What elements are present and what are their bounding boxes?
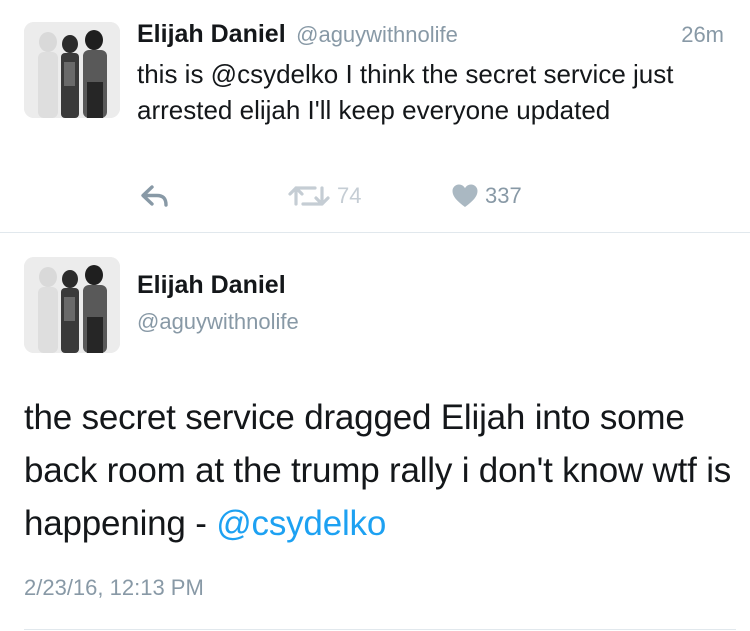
tweet-header: Elijah Daniel @aguywithnolife [137,20,458,49]
retweet-count: 74 [337,183,362,208]
avatar[interactable] [24,257,120,353]
display-name[interactable]: Elijah Daniel [137,20,286,48]
tweet-2-detail[interactable]: Elijah Daniel @aguywithnolife the secret… [0,233,750,631]
timestamp: 26m [681,22,724,47]
reply-icon [140,184,170,208]
divider [24,629,736,630]
display-name[interactable]: Elijah Daniel [137,271,286,300]
tweet-text: the secret service dragged Elijah into s… [24,391,736,550]
mention-link[interactable]: @csydelko [216,504,386,543]
heart-icon [451,183,479,209]
retweet-button[interactable]: 74 [287,178,361,214]
like-count: 337 [485,183,522,208]
retweet-icon [287,183,331,209]
user-handle[interactable]: @aguywithnolife [137,309,299,335]
avatar-photo [24,22,120,118]
avatar[interactable] [24,22,120,118]
avatar-photo [24,257,120,353]
reply-button[interactable] [140,178,170,214]
tweet-timestamp: 2/23/16, 12:13 PM [24,575,204,600]
tweet-text: this is @csydelko I think the secret ser… [137,59,674,125]
like-button[interactable]: 337 [451,178,522,214]
tweet-1[interactable]: Elijah Daniel @aguywithnolife 26m this i… [0,0,750,232]
tweet-actions: 74 337 [0,178,750,214]
user-handle[interactable]: @aguywithnolife [296,22,458,47]
